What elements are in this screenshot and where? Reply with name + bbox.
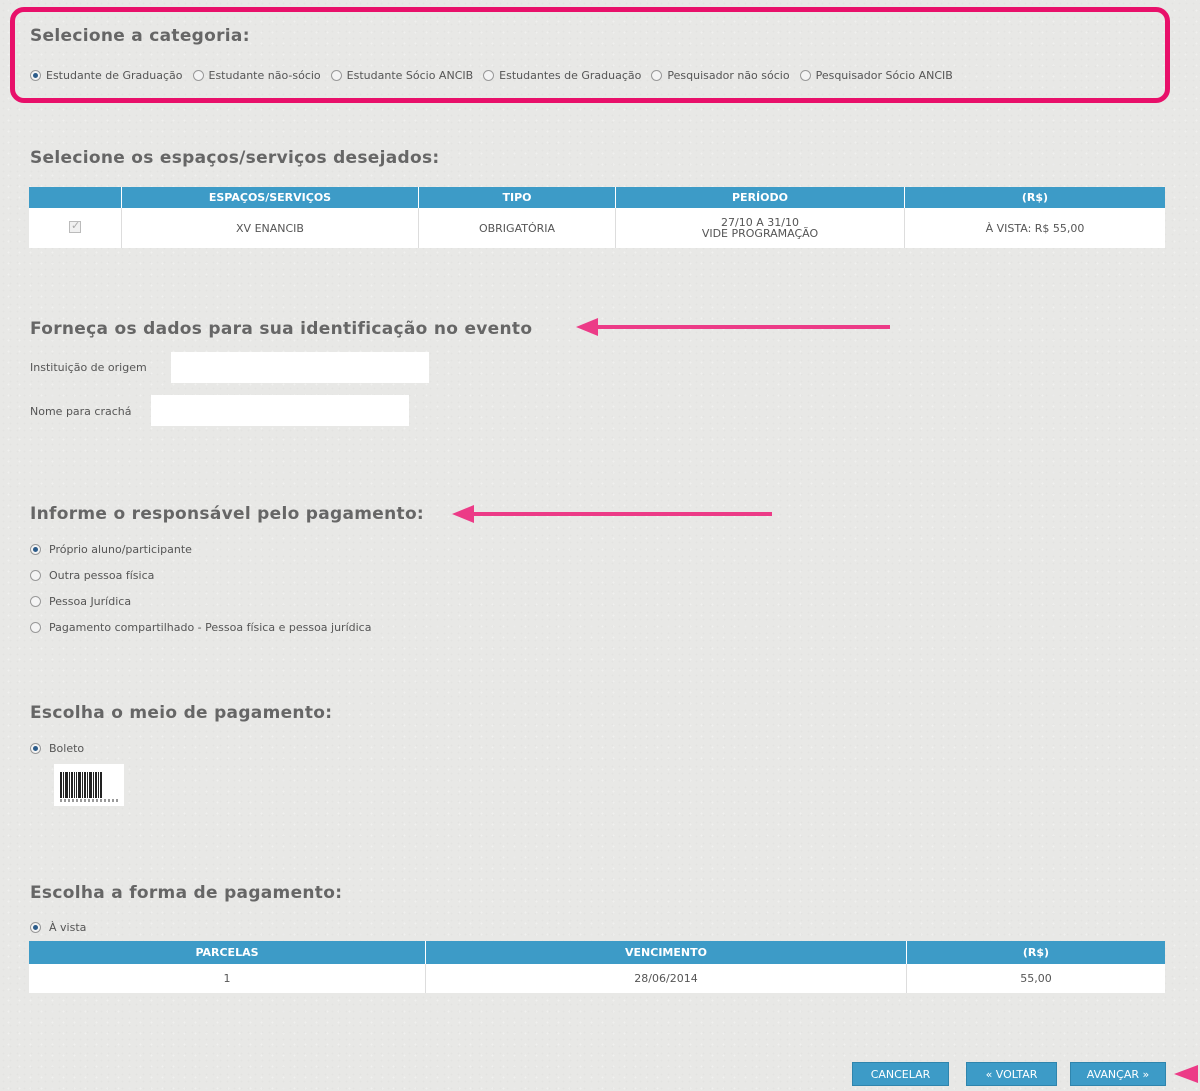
table-header: TIPO <box>418 187 616 208</box>
service-period: 27/10 A 31/10 VIDE PROGRAMAÇÃO <box>615 208 905 248</box>
services-table: ESPAÇOS/SERVIÇOS TIPO PERÍODO (R$) XV EN… <box>29 187 1165 248</box>
payment-method-title: Escolha o meio de pagamento: <box>30 703 333 723</box>
badge-name-input[interactable] <box>151 395 409 426</box>
table-header-row: ESPAÇOS/SERVIÇOS TIPO PERÍODO (R$) <box>29 187 1165 208</box>
service-checkbox[interactable] <box>69 219 81 233</box>
service-price: À VISTA: R$ 55,00 <box>904 208 1165 248</box>
table-header-row: PARCELAS VENCIMENTO (R$) <box>29 941 1165 964</box>
institution-input[interactable] <box>171 352 429 383</box>
radio-button[interactable] <box>30 922 41 933</box>
table-header: PERÍODO <box>615 187 905 208</box>
payer-option-label: Próprio aluno/participante <box>49 543 192 556</box>
category-option-3[interactable]: Estudantes de Graduação <box>483 69 641 82</box>
table-header: VENCIMENTO <box>425 941 907 964</box>
service-period-line2: VIDE PROGRAMAÇÃO <box>701 227 819 240</box>
service-type: OBRIGATÓRIA <box>418 208 616 248</box>
radio-button[interactable] <box>651 70 663 81</box>
identification-title: Forneça os dados para sua identificação … <box>30 319 533 339</box>
category-highlight-box <box>10 7 1170 103</box>
category-option-label: Pesquisador não sócio <box>667 69 790 82</box>
table-header: ESPAÇOS/SERVIÇOS <box>121 187 419 208</box>
category-option-label: Estudantes de Graduação <box>499 69 642 82</box>
arrow-head-icon <box>1174 1065 1198 1083</box>
payment-method-option-boleto[interactable]: Boleto <box>30 742 84 755</box>
cancel-button[interactable]: CANCELAR <box>852 1062 949 1086</box>
table-row: XV ENANCIB OBRIGATÓRIA 27/10 A 31/10 VID… <box>29 208 1165 248</box>
service-checkbox-cell <box>29 208 122 248</box>
radio-button[interactable] <box>30 596 41 607</box>
payer-title: Informe o responsável pelo pagamento: <box>30 504 425 524</box>
category-option-label: Estudante de Graduação <box>46 69 183 82</box>
institution-label: Instituição de origem <box>30 361 147 374</box>
radio-button[interactable] <box>192 70 204 81</box>
payer-option-label: Outra pessoa física <box>49 569 155 582</box>
pointer-arrow <box>452 505 772 523</box>
next-button[interactable]: AVANÇAR » <box>1070 1062 1166 1086</box>
arrow-head-icon <box>452 505 474 523</box>
category-title: Selecione a categoria: <box>30 26 250 46</box>
radio-button[interactable] <box>30 743 41 754</box>
payer-option-0[interactable]: Próprio aluno/participante <box>30 543 192 556</box>
installment-number: 1 <box>29 964 426 993</box>
payer-option-2[interactable]: Pessoa Jurídica <box>30 595 131 608</box>
badge-name-label: Nome para crachá <box>30 405 132 418</box>
payer-option-label: Pessoa Jurídica <box>49 595 132 608</box>
category-option-label: Estudante Sócio ANCIB <box>346 69 474 82</box>
radio-button[interactable] <box>30 544 41 555</box>
table-header: PARCELAS <box>29 941 426 964</box>
back-button[interactable]: « VOLTAR <box>966 1062 1057 1086</box>
pointer-arrow <box>576 318 890 336</box>
payment-form-title: Escolha a forma de pagamento: <box>30 883 343 903</box>
installment-value: 55,00 <box>906 964 1165 993</box>
category-option-0[interactable]: Estudante de Graduação <box>30 69 183 82</box>
radio-button[interactable] <box>30 622 41 633</box>
table-header: (R$) <box>904 187 1165 208</box>
barcode-icon[interactable] <box>54 764 124 806</box>
payer-option-3[interactable]: Pagamento compartilhado - Pessoa física … <box>30 621 371 634</box>
category-option-label: Estudante não-sócio <box>208 69 321 82</box>
radio-button[interactable] <box>483 70 495 81</box>
category-option-4[interactable]: Pesquisador não sócio <box>651 69 790 82</box>
payment-method-label: Boleto <box>49 742 85 755</box>
category-option-5[interactable]: Pesquisador Sócio ANCIB <box>799 69 953 82</box>
radio-button[interactable] <box>330 70 342 81</box>
service-name: XV ENANCIB <box>121 208 419 248</box>
payer-option-label: Pagamento compartilhado - Pessoa física … <box>49 621 372 634</box>
category-radio-group: Estudante de Graduação Estudante não-sóc… <box>30 69 963 82</box>
radio-button[interactable] <box>30 70 41 81</box>
table-header-check <box>29 187 122 208</box>
payment-form-option-avista[interactable]: À vista <box>30 921 86 934</box>
table-row: 1 28/06/2014 55,00 <box>29 964 1165 993</box>
table-header: (R$) <box>906 941 1165 964</box>
radio-button[interactable] <box>799 70 811 81</box>
installment-due-date: 28/06/2014 <box>425 964 907 993</box>
services-title: Selecione os espaços/serviços desejados: <box>30 148 440 168</box>
payment-form-label: À vista <box>49 921 87 934</box>
payer-option-1[interactable]: Outra pessoa física <box>30 569 154 582</box>
arrow-head-icon <box>576 318 598 336</box>
radio-button[interactable] <box>30 570 41 581</box>
category-option-label: Pesquisador Sócio ANCIB <box>815 69 953 82</box>
category-option-1[interactable]: Estudante não-sócio <box>192 69 321 82</box>
installments-table: PARCELAS VENCIMENTO (R$) 1 28/06/2014 55… <box>29 941 1165 993</box>
category-option-2[interactable]: Estudante Sócio ANCIB <box>330 69 474 82</box>
